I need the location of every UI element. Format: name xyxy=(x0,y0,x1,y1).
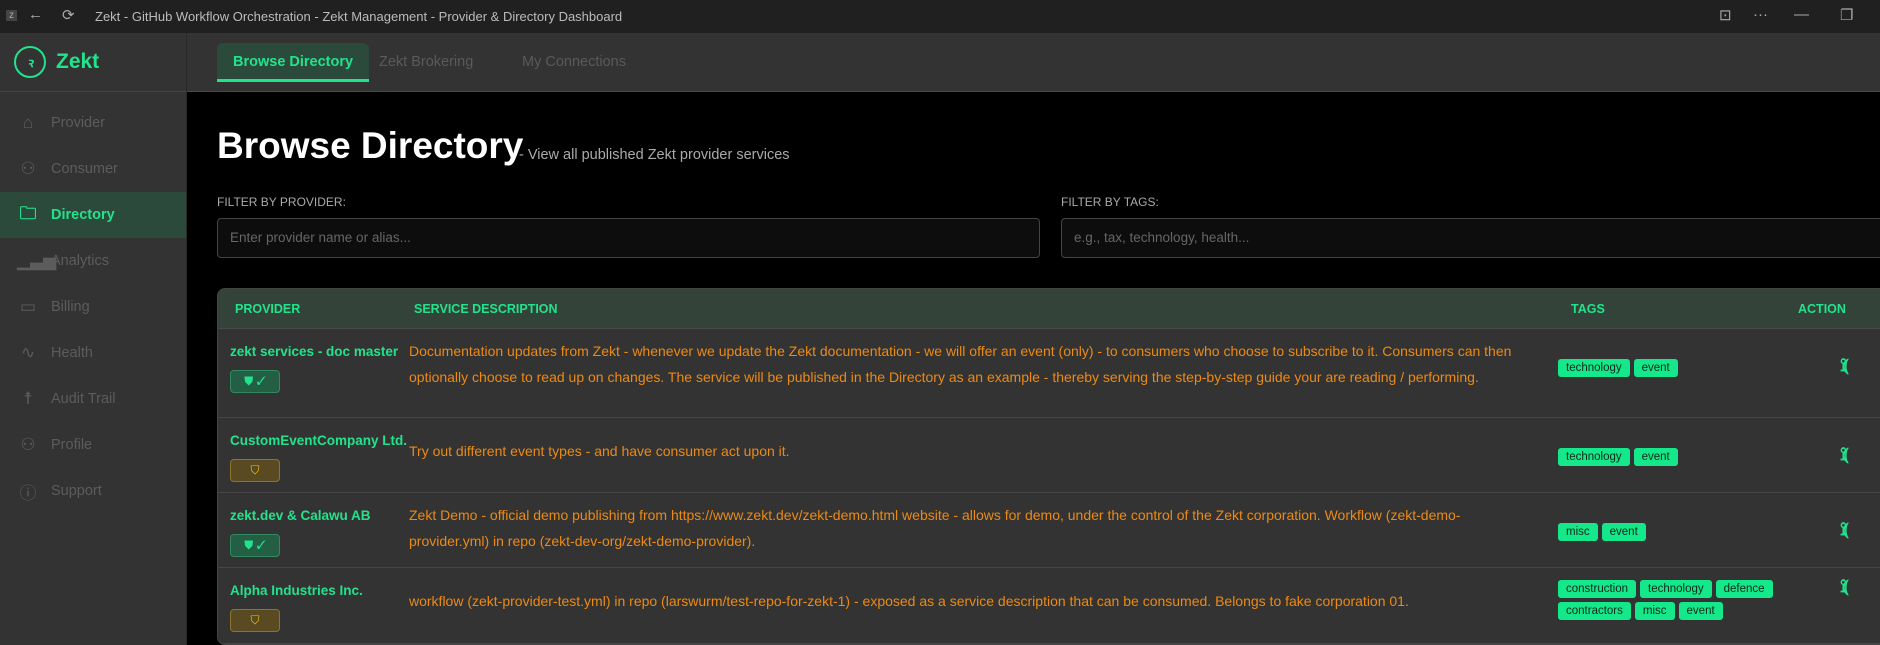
subscribe-broadcast-icon[interactable]: ⟟⦅ xyxy=(1840,576,1848,597)
sidebar-item-label: Profile xyxy=(51,437,93,453)
person-icon: ☨ xyxy=(23,389,33,408)
sidebar-item-directory[interactable]: 🗀 Directory xyxy=(0,192,186,238)
zekt-logo-icon: ꝛ xyxy=(14,46,46,78)
home-icon: ⌂ xyxy=(22,113,34,132)
sidebar-item-consumer[interactable]: ⚇ Consumer xyxy=(0,146,186,192)
tags-filter-input[interactable]: e.g., tax, technology, health... xyxy=(1061,218,1880,258)
tag-list: misc event xyxy=(1558,523,1788,541)
sidebar-item-label: Directory xyxy=(51,207,115,223)
sidebar-item-audit-trail[interactable]: ☨ Audit Trail xyxy=(0,376,186,422)
tag-badge[interactable]: construction xyxy=(1558,580,1637,598)
subscribe-broadcast-icon[interactable]: ⟟⦅ xyxy=(1840,355,1848,376)
sidebar-item-label: Analytics xyxy=(51,253,110,269)
header-provider: PROVIDER xyxy=(235,302,301,316)
service-description: Zekt Demo - official demo publishing fro… xyxy=(409,507,1461,549)
provider-filter-input[interactable]: Enter provider name or alias... xyxy=(217,218,1040,258)
tag-list: technology event xyxy=(1558,359,1788,377)
table-row: Alpha Industries Inc. ⛉ workflow (zekt-p… xyxy=(218,568,1880,644)
bar-chart-icon: ▁▃▅ xyxy=(17,251,57,270)
restore-icon[interactable]: ❐ xyxy=(1840,6,1853,24)
subscribe-broadcast-icon[interactable]: ⟟⦅ xyxy=(1840,519,1848,540)
table-row: zekt services - doc master ⛊ ✓ Documenta… xyxy=(218,329,1880,418)
sidebar-item-label: Audit Trail xyxy=(51,391,116,407)
user-icon: ⚇ xyxy=(20,159,36,178)
sidebar-item-label: Support xyxy=(51,483,102,499)
back-icon[interactable]: ← xyxy=(28,6,43,23)
sidebar-item-analytics[interactable]: ▁▃▅ Analytics xyxy=(0,238,186,284)
tag-badge[interactable]: technology xyxy=(1558,448,1630,466)
tag-badge[interactable]: technology xyxy=(1640,580,1712,598)
filter-provider-label: FILTER BY PROVIDER: xyxy=(217,195,346,209)
service-description: workflow (zekt-provider-test.yml) in rep… xyxy=(409,593,1409,609)
filter-tags-label: FILTER BY TAGS: xyxy=(1061,195,1159,209)
page-subtitle: - View all published Zekt provider servi… xyxy=(519,147,790,163)
verified-shield-icon: ⛊ ✓ xyxy=(230,534,280,557)
tag-list: construction technology defence contractors… xyxy=(1558,580,1788,620)
tab-bar: Browse Directory Zekt Brokering My Conne… xyxy=(187,33,1880,92)
sidebar-item-label: Health xyxy=(51,345,93,361)
pulse-icon: ∿ xyxy=(20,343,36,362)
tag-badge[interactable]: contractors xyxy=(1558,602,1631,620)
tab-my-connections[interactable]: My Connections xyxy=(506,43,642,82)
tag-badge[interactable]: technology xyxy=(1558,359,1630,377)
minimize-icon[interactable]: — xyxy=(1794,6,1809,23)
header-tags: TAGS xyxy=(1571,302,1605,316)
app-icon: z xyxy=(6,10,17,21)
tag-badge[interactable]: defence xyxy=(1715,580,1773,598)
tag-badge[interactable]: event xyxy=(1678,602,1723,620)
sidebar: ꝛ Zekt ⌂ Provider ⚇ Consumer 🗀 Directory ▁▃… xyxy=(0,33,187,645)
service-description: Try out different event types - and have… xyxy=(409,443,790,459)
tag-badge[interactable]: misc xyxy=(1558,523,1598,541)
title-bar: z ← ⟳ Zekt - GitHub Workflow Orchestrati… xyxy=(0,0,1880,33)
verified-shield-icon: ⛊ ✓ xyxy=(230,370,280,393)
service-description: Documentation updates from Zekt - whenev… xyxy=(409,343,1512,385)
sidebar-item-health[interactable]: ∿ Health xyxy=(0,330,186,376)
provider-name[interactable]: Alpha Industries Inc. xyxy=(230,583,363,598)
table-header: PROVIDER SERVICE DESCRIPTION TAGS ACTION xyxy=(218,289,1880,329)
help-icon: ⓘ xyxy=(19,483,37,503)
search-panel-icon[interactable]: ⊡ xyxy=(1719,6,1732,24)
tag-list: technology event xyxy=(1558,448,1788,466)
sidebar-item-label: Provider xyxy=(51,115,105,131)
more-icon[interactable]: ··· xyxy=(1753,6,1768,23)
provider-name[interactable]: zekt services - doc master xyxy=(230,344,398,359)
sidebar-item-profile[interactable]: ⚇ Profile xyxy=(0,422,186,468)
tag-badge[interactable]: event xyxy=(1633,448,1678,466)
main-content: Browse Directory - View all published Ze… xyxy=(188,93,1880,645)
provider-name[interactable]: CustomEventCompany Ltd. xyxy=(230,433,407,448)
tag-badge[interactable]: event xyxy=(1601,523,1646,541)
tab-zekt-brokering[interactable]: Zekt Brokering xyxy=(363,43,489,82)
header-action: ACTION xyxy=(1798,302,1846,316)
header-description: SERVICE DESCRIPTION xyxy=(414,302,558,316)
sidebar-item-label: Billing xyxy=(51,299,90,315)
window-title: Zekt - GitHub Workflow Orchestration - Z… xyxy=(95,9,623,24)
tag-badge[interactable]: misc xyxy=(1634,602,1675,620)
table-row: zekt.dev & Calawu AB ⛊ ✓ Zekt Demo - off… xyxy=(218,493,1880,568)
unverified-shield-icon: ⛉ xyxy=(230,459,280,482)
page-title: Browse Directory xyxy=(217,125,524,166)
credit-card-icon: ▭ xyxy=(19,297,37,316)
sidebar-item-billing[interactable]: ▭ Billing xyxy=(0,284,186,330)
unverified-shield-icon: ⛉ xyxy=(230,609,280,632)
refresh-icon[interactable]: ⟳ xyxy=(62,6,75,24)
provider-name[interactable]: zekt.dev & Calawu AB xyxy=(230,508,371,523)
sidebar-item-support[interactable]: ⓘ Support xyxy=(0,468,186,514)
directory-table: PROVIDER SERVICE DESCRIPTION TAGS ACTION… xyxy=(217,288,1880,645)
user-icon: ⚇ xyxy=(20,435,36,454)
subscribe-broadcast-icon[interactable]: ⟟⦅ xyxy=(1840,444,1848,465)
folder-icon: 🗀 xyxy=(19,203,37,223)
tab-browse-directory[interactable]: Browse Directory xyxy=(217,43,370,82)
sidebar-item-label: Consumer xyxy=(51,161,118,177)
logo[interactable]: ꝛ Zekt xyxy=(0,33,186,92)
brand-name: Zekt xyxy=(56,50,100,73)
table-row: CustomEventCompany Ltd. ⛉ Try out differ… xyxy=(218,418,1880,493)
tag-badge[interactable]: event xyxy=(1633,359,1678,377)
sidebar-item-provider[interactable]: ⌂ Provider xyxy=(0,100,186,146)
